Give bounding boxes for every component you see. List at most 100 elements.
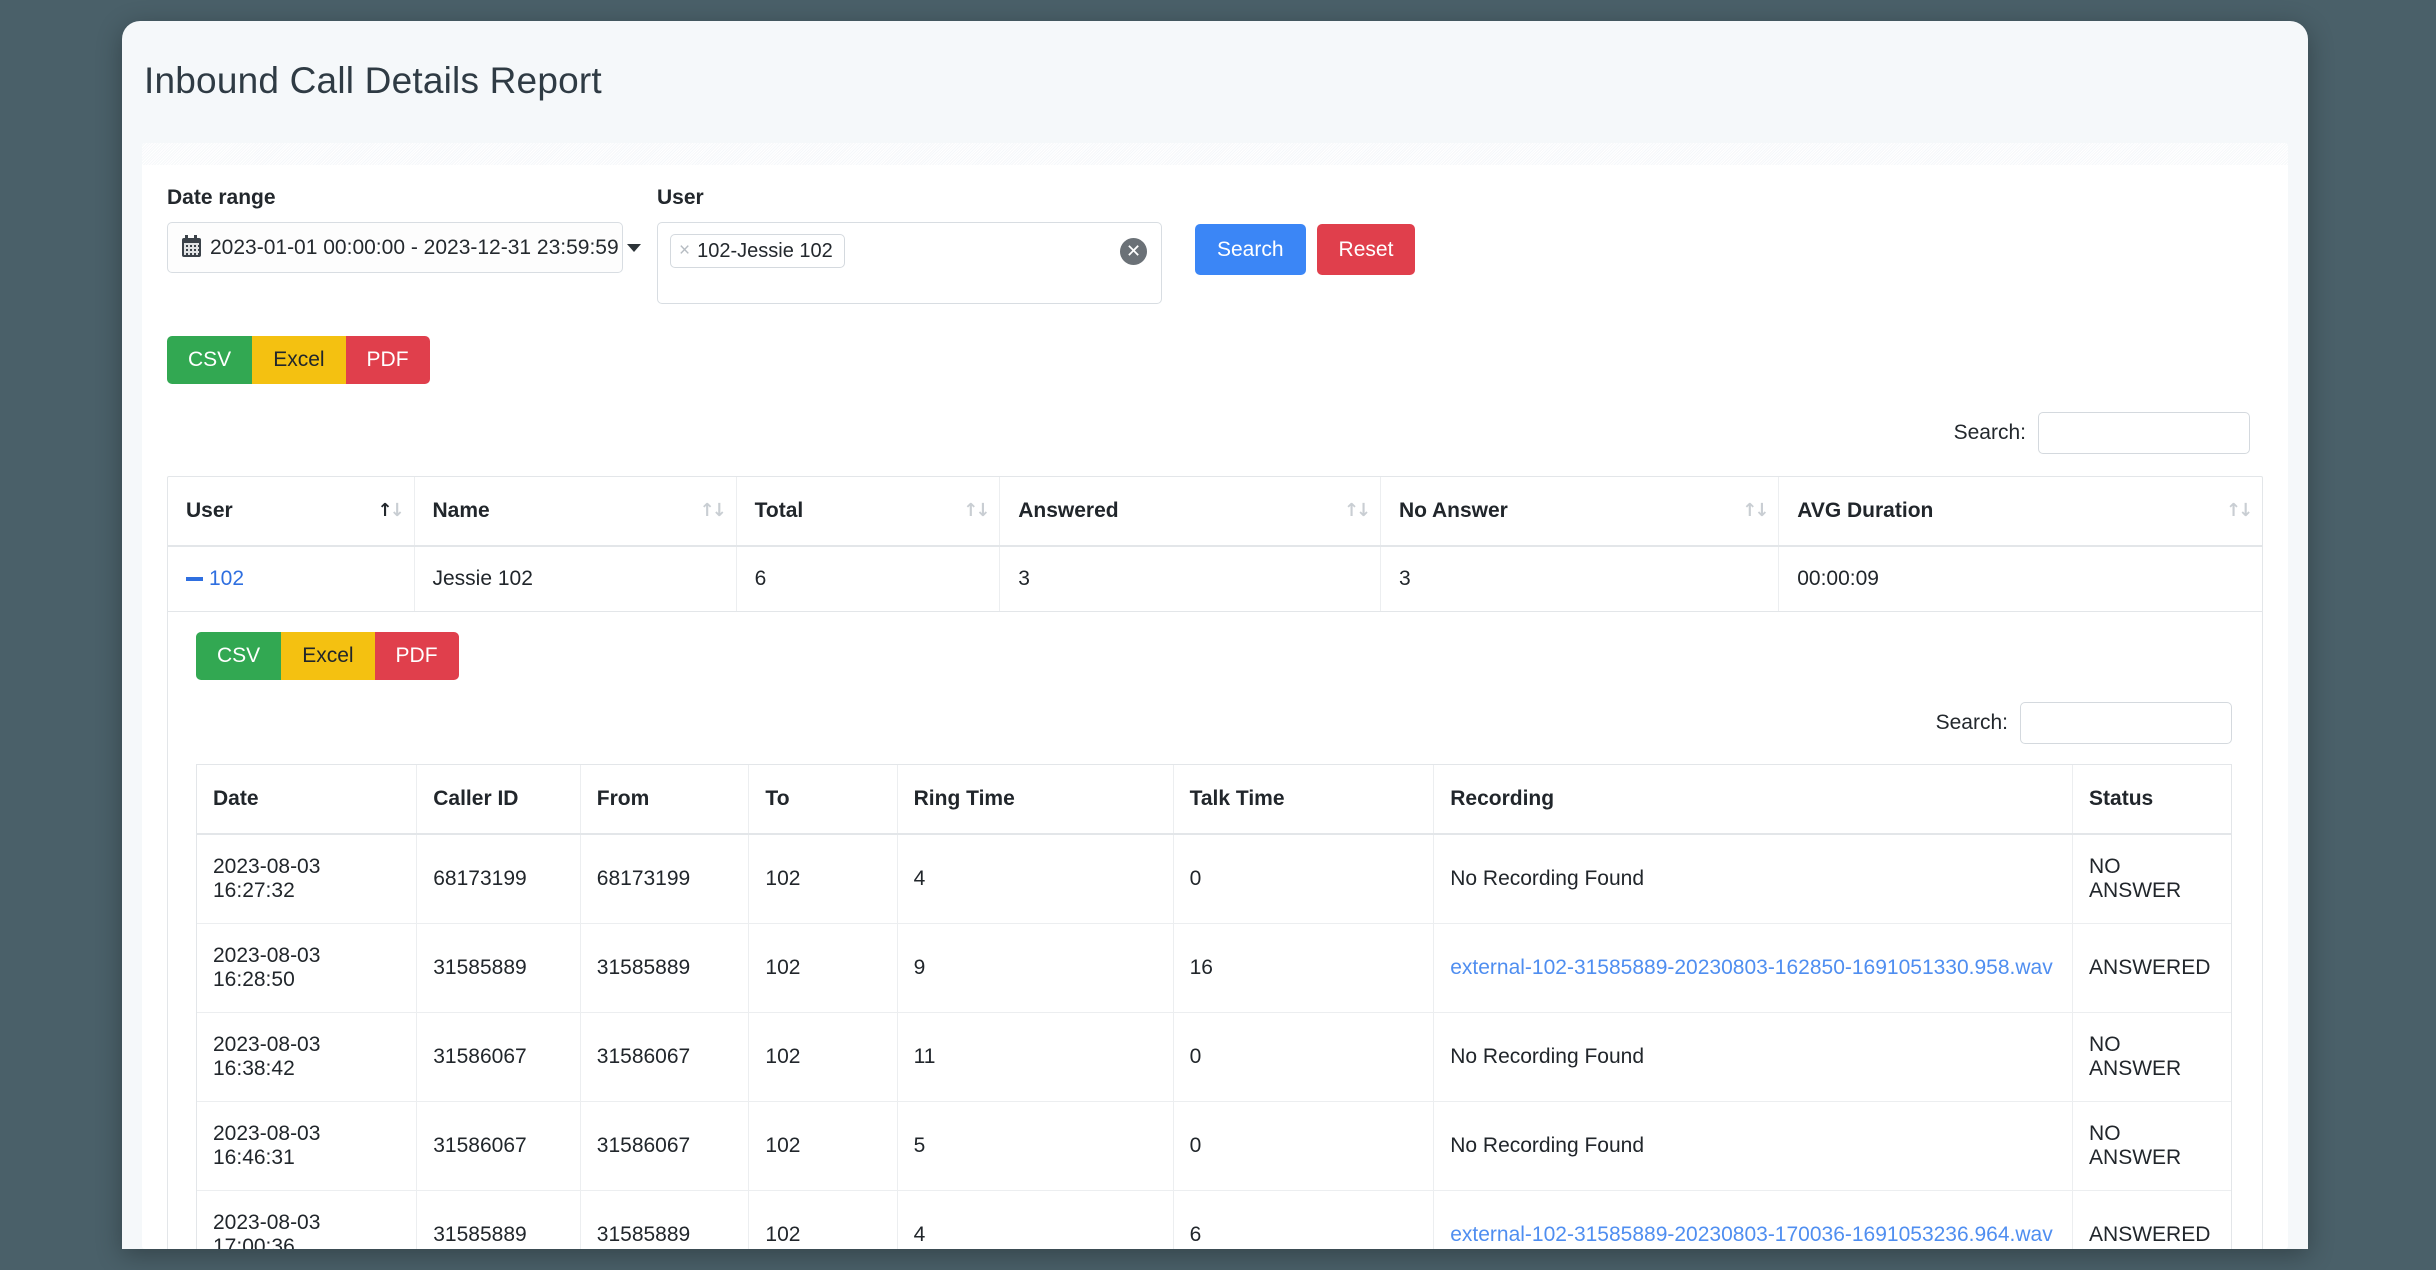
sort-arrows-icon[interactable]: ↑↓ <box>2226 500 2246 522</box>
detail-cell-ring-time: 9 <box>897 924 1173 1013</box>
table-row: 2023-08-03 17:00:36315858893158588910246… <box>197 1191 2231 1250</box>
summary-table: User↑↓Name↑↓Total↑↓Answered↑↓No Answer↑↓… <box>168 477 2262 612</box>
table-row[interactable]: 102Jessie 10263300:00:09 <box>168 546 2262 612</box>
summary-col-label: AVG Duration <box>1797 499 1933 522</box>
detail-table: DateCaller IDFromToRing TimeTalk TimeRec… <box>197 765 2231 1249</box>
detail-search-input[interactable] <box>2020 702 2232 744</box>
detail-cell-status: NO ANSWER <box>2073 1102 2231 1191</box>
detail-col-header-recording[interactable]: Recording <box>1434 765 2073 834</box>
detail-cell-status: ANSWERED <box>2073 1191 2231 1250</box>
search-button[interactable]: Search <box>1195 224 1306 275</box>
detail-table-body: 2023-08-03 16:27:32681731996817319910240… <box>197 834 2231 1249</box>
date-range-input[interactable]: 2023-01-01 00:00:00 - 2023-12-31 23:59:5… <box>167 222 623 273</box>
user-tag-label: 102-Jessie 102 <box>697 240 833 263</box>
user-multiselect[interactable]: × 102-Jessie 102 ✕ <box>657 222 1162 304</box>
detail-cell-talk-time: 16 <box>1173 924 1434 1013</box>
clear-selection-icon[interactable]: ✕ <box>1120 238 1147 265</box>
detail-cell-talk-time: 6 <box>1173 1191 1434 1250</box>
detail-cell-caller-id: 31585889 <box>417 924 581 1013</box>
detail-cell-from: 31585889 <box>580 924 749 1013</box>
detail-cell-ring-time: 11 <box>897 1013 1173 1102</box>
detail-cell-ring-time: 5 <box>897 1102 1173 1191</box>
detail-cell-recording: No Recording Found <box>1434 834 2073 924</box>
detail-col-header-status[interactable]: Status <box>2073 765 2231 834</box>
sort-arrows-icon[interactable]: ↑↓ <box>1344 500 1364 522</box>
sort-arrows-icon[interactable]: ↑↓ <box>378 500 398 522</box>
detail-col-header-to[interactable]: To <box>749 765 897 834</box>
detail-cell-recording[interactable]: external-102-31585889-20230803-170036-16… <box>1434 1191 2073 1250</box>
summary-export-csv-button[interactable]: CSV <box>167 336 252 384</box>
detail-cell-status: NO ANSWER <box>2073 834 2231 924</box>
detail-cell-date: 2023-08-03 16:46:31 <box>197 1102 417 1191</box>
detail-table-search: Search: <box>196 680 2262 744</box>
table-row: 2023-08-03 16:28:50315858893158588910291… <box>197 924 2231 1013</box>
filter-bar: Date range 2023-01-01 00:00:00 - 2023-12… <box>142 173 2288 304</box>
tag-remove-icon[interactable]: × <box>679 240 690 262</box>
summary-col-header-name[interactable]: Name ↑↓ <box>414 477 736 546</box>
detail-col-header-ring-time[interactable]: Ring Time <box>897 765 1173 834</box>
detail-search-label: Search: <box>1936 711 2008 735</box>
summary-col-header-answered[interactable]: Answered ↑↓ <box>1000 477 1381 546</box>
detail-col-header-from[interactable]: From <box>580 765 749 834</box>
filter-actions: Search Reset <box>1195 187 1415 275</box>
detail-col-header-caller-id[interactable]: Caller ID <box>417 765 581 834</box>
detail-cell-talk-time: 0 <box>1173 1013 1434 1102</box>
table-row: 2023-08-03 16:27:32681731996817319910240… <box>197 834 2231 924</box>
summary-table-search: Search: <box>142 384 2288 454</box>
date-range-field: Date range 2023-01-01 00:00:00 - 2023-12… <box>167 187 657 273</box>
summary-cell-avg-duration: 00:00:09 <box>1779 546 2262 612</box>
detail-cell-date: 2023-08-03 16:38:42 <box>197 1013 417 1102</box>
summary-table-container: User↑↓Name↑↓Total↑↓Answered↑↓No Answer↑↓… <box>167 476 2263 1249</box>
summary-col-label: Name <box>433 499 490 522</box>
recording-link[interactable]: external-102-31585889-20230803-162850-16… <box>1450 956 2053 979</box>
recording-link[interactable]: external-102-31585889-20230803-170036-16… <box>1450 1223 2053 1246</box>
summary-search-label: Search: <box>1954 421 2026 445</box>
detail-table-head: DateCaller IDFromToRing TimeTalk TimeRec… <box>197 765 2231 834</box>
detail-col-header-talk-time[interactable]: Talk Time <box>1173 765 1434 834</box>
user-label: User <box>657 187 1177 208</box>
detail-cell-caller-id: 31586067 <box>417 1013 581 1102</box>
summary-cell-total: 6 <box>736 546 1000 612</box>
detail-cell-to: 102 <box>749 924 897 1013</box>
report-window: Inbound Call Details Report Date range 2… <box>122 21 2308 1249</box>
summary-cell-no-answer: 3 <box>1380 546 1778 612</box>
user-tag[interactable]: × 102-Jessie 102 <box>670 234 845 268</box>
detail-cell-from: 31585889 <box>580 1191 749 1250</box>
summary-col-header-user[interactable]: User↑↓ <box>168 477 414 546</box>
detail-export-pdf-button[interactable]: PDF <box>375 632 459 680</box>
summary-export-excel-button[interactable]: Excel <box>252 336 345 384</box>
sort-arrows-icon[interactable]: ↑↓ <box>1742 500 1762 522</box>
sort-arrows-icon[interactable]: ↑↓ <box>963 500 983 522</box>
expand-toggle-icon[interactable] <box>186 577 203 581</box>
summary-col-label: Answered <box>1018 499 1118 522</box>
summary-header-row: User↑↓Name↑↓Total↑↓Answered↑↓No Answer↑↓… <box>168 477 2262 546</box>
detail-cell-date: 2023-08-03 16:28:50 <box>197 924 417 1013</box>
detail-cell-to: 102 <box>749 1013 897 1102</box>
detail-table-container: DateCaller IDFromToRing TimeTalk TimeRec… <box>196 764 2232 1249</box>
detail-col-header-date[interactable]: Date <box>197 765 417 834</box>
detail-cell-from: 68173199 <box>580 834 749 924</box>
summary-col-header-no-answer[interactable]: No Answer↑↓ <box>1380 477 1778 546</box>
summary-cell-name: Jessie 102 <box>414 546 736 612</box>
summary-table-head: User↑↓Name↑↓Total↑↓Answered↑↓No Answer↑↓… <box>168 477 2262 546</box>
summary-cell-answered: 3 <box>1000 546 1381 612</box>
summary-search-input[interactable] <box>2038 412 2250 454</box>
user-link[interactable]: 102 <box>209 567 244 590</box>
detail-cell-to: 102 <box>749 1102 897 1191</box>
detail-export-excel-button[interactable]: Excel <box>281 632 374 680</box>
summary-cell-user[interactable]: 102 <box>168 546 414 612</box>
sort-arrows-icon[interactable]: ↑↓ <box>700 500 720 522</box>
reset-button[interactable]: Reset <box>1317 224 1416 275</box>
page-title: Inbound Call Details Report <box>122 21 2308 103</box>
detail-cell-ring-time: 4 <box>897 1191 1173 1250</box>
detail-header-row: DateCaller IDFromToRing TimeTalk TimeRec… <box>197 765 2231 834</box>
detail-cell-recording[interactable]: external-102-31585889-20230803-162850-16… <box>1434 924 2073 1013</box>
summary-export-pdf-button[interactable]: PDF <box>346 336 430 384</box>
summary-col-header-avg-duration[interactable]: AVG Duration ↑↓ <box>1779 477 2262 546</box>
detail-cell-caller-id: 31586067 <box>417 1102 581 1191</box>
detail-cell-to: 102 <box>749 1191 897 1250</box>
summary-col-header-total[interactable]: Total↑↓ <box>736 477 1000 546</box>
detail-export-csv-button[interactable]: CSV <box>196 632 281 680</box>
desktop-background: Inbound Call Details Report Date range 2… <box>0 0 2436 1270</box>
user-field: User × 102-Jessie 102 ✕ <box>657 187 1177 304</box>
